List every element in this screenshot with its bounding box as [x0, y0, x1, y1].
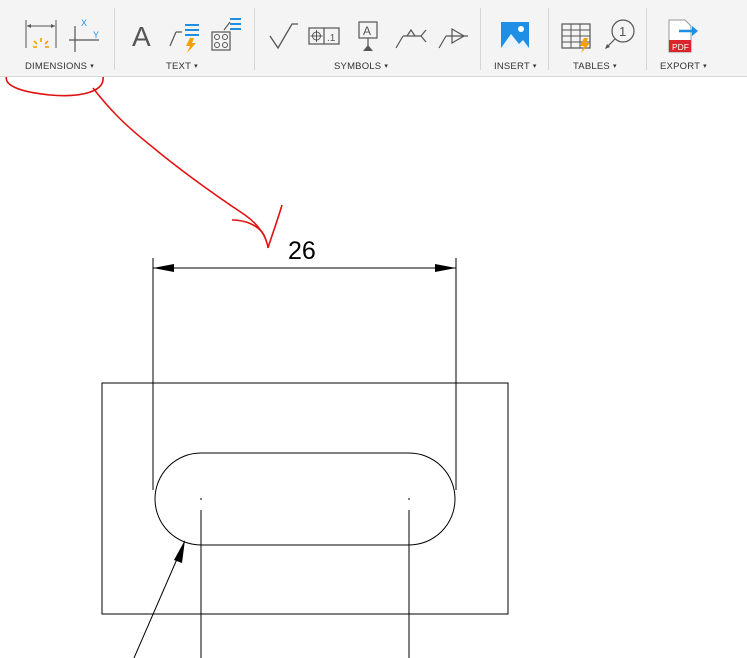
chevron-down-icon: ▾: [703, 62, 707, 70]
leader-text-icon[interactable]: [166, 16, 200, 56]
insert-label: INSERT: [494, 60, 530, 72]
pdf-glyph: PDF: [672, 42, 689, 52]
group-divider: [548, 8, 549, 70]
ordinate-dimension-icon[interactable]: X Y: [67, 16, 101, 56]
text-glyph: A: [132, 21, 151, 52]
svg-text:.1: .1: [327, 33, 336, 44]
ordinate-y-glyph: Y: [93, 30, 99, 40]
symbols-menu[interactable]: SYMBOLS ▾: [334, 60, 388, 72]
balloon-glyph: 1: [619, 24, 626, 39]
group-divider: [480, 8, 481, 70]
table-icon[interactable]: [560, 16, 594, 56]
slot-outline: [154, 452, 456, 546]
dimension-arrow-left: [153, 264, 174, 272]
insert-menu[interactable]: INSERT ▾: [494, 60, 537, 72]
datum-glyph: A: [363, 24, 371, 38]
feature-control-frame-icon[interactable]: .1: [307, 16, 341, 56]
ordinate-x-glyph: X: [81, 18, 87, 28]
drawing-toolbar: X Y DIMENSIONS ▾ A TEXT ▾ .1 A SYMBOLS ▾…: [0, 0, 747, 77]
datum-identifier-icon[interactable]: A: [351, 16, 385, 56]
dimensions-label: DIMENSIONS: [25, 60, 88, 72]
drawing-canvas[interactable]: 26: [0, 77, 747, 658]
part-outline: [101, 382, 509, 615]
dimension-value[interactable]: 26: [288, 237, 316, 265]
chevron-down-icon: ▾: [384, 62, 389, 70]
text-label: TEXT: [166, 60, 192, 72]
linear-dimension-icon[interactable]: [24, 16, 58, 56]
balloon-icon[interactable]: 1: [603, 16, 637, 56]
welding-symbol-icon[interactable]: [393, 16, 427, 56]
tables-label: TABLES: [573, 60, 610, 72]
annotation-arrow-stroke: [92, 87, 267, 241]
chevron-down-icon: ▾: [194, 62, 198, 70]
chevron-down-icon: ▾: [612, 62, 617, 70]
export-label: EXPORT: [660, 60, 701, 72]
tables-menu[interactable]: TABLES ▾: [573, 60, 617, 72]
hole-thread-note-icon[interactable]: [208, 16, 242, 56]
group-divider: [646, 8, 647, 70]
annotation-circle: [5, 77, 104, 97]
dimension-arrow-right: [435, 264, 456, 272]
group-divider: [254, 8, 255, 70]
group-divider: [114, 8, 115, 70]
taper-slope-icon[interactable]: [436, 16, 470, 56]
leader-arrow: [174, 540, 185, 563]
text-menu[interactable]: TEXT ▾: [166, 60, 198, 72]
chevron-down-icon: ▾: [90, 62, 94, 70]
export-menu[interactable]: EXPORT ▾: [660, 60, 707, 72]
surface-texture-icon[interactable]: [266, 16, 300, 56]
text-icon[interactable]: A: [126, 16, 160, 56]
dimensions-menu[interactable]: DIMENSIONS ▾: [25, 60, 94, 72]
symbols-label: SYMBOLS: [334, 60, 382, 72]
insert-image-icon[interactable]: [498, 16, 532, 56]
export-pdf-icon[interactable]: PDF: [665, 16, 699, 56]
chevron-down-icon: ▾: [532, 62, 537, 70]
